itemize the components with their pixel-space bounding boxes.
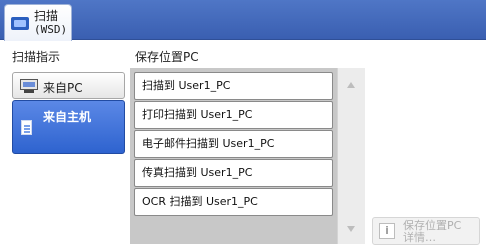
scroll-up-icon[interactable] [347, 82, 355, 88]
tab-subtitle: (WSD) [34, 23, 68, 36]
details-line2: 详情… [403, 231, 436, 244]
tab-scan-wsd[interactable]: 扫描 (WSD) [4, 4, 72, 41]
tab-title: 扫描 [34, 9, 59, 23]
list-item[interactable]: 打印扫描到 User1_PC [134, 101, 333, 129]
details-text: 保存位置PC 详情… [403, 220, 461, 244]
scan-instruction-label: 扫描指示 [12, 50, 61, 64]
scroll-down-icon[interactable] [347, 226, 355, 232]
list-item[interactable]: 扫描到 User1_PC [134, 72, 333, 100]
from-pc-label: 来自PC [43, 81, 83, 95]
host-document-icon [21, 120, 32, 135]
save-location-details-button[interactable]: i 保存位置PC 详情… [372, 217, 480, 245]
list-item[interactable]: 电子邮件扫描到 User1_PC [134, 130, 333, 158]
header-bar: 扫描 (WSD) [0, 0, 486, 41]
info-icon: i [379, 223, 395, 239]
from-pc-button[interactable]: 来自PC [12, 72, 125, 99]
wsd-scanner-icon [11, 17, 29, 30]
save-location-label: 保存位置PC [135, 50, 199, 64]
list-item[interactable]: OCR 扫描到 User1_PC [134, 188, 333, 216]
pc-icon [20, 79, 38, 93]
from-host-button[interactable]: 来自主机 [12, 100, 125, 154]
from-host-label: 来自主机 [43, 110, 92, 124]
list-scrollbar[interactable] [337, 68, 365, 244]
list-item[interactable]: 传真扫描到 User1_PC [134, 159, 333, 187]
